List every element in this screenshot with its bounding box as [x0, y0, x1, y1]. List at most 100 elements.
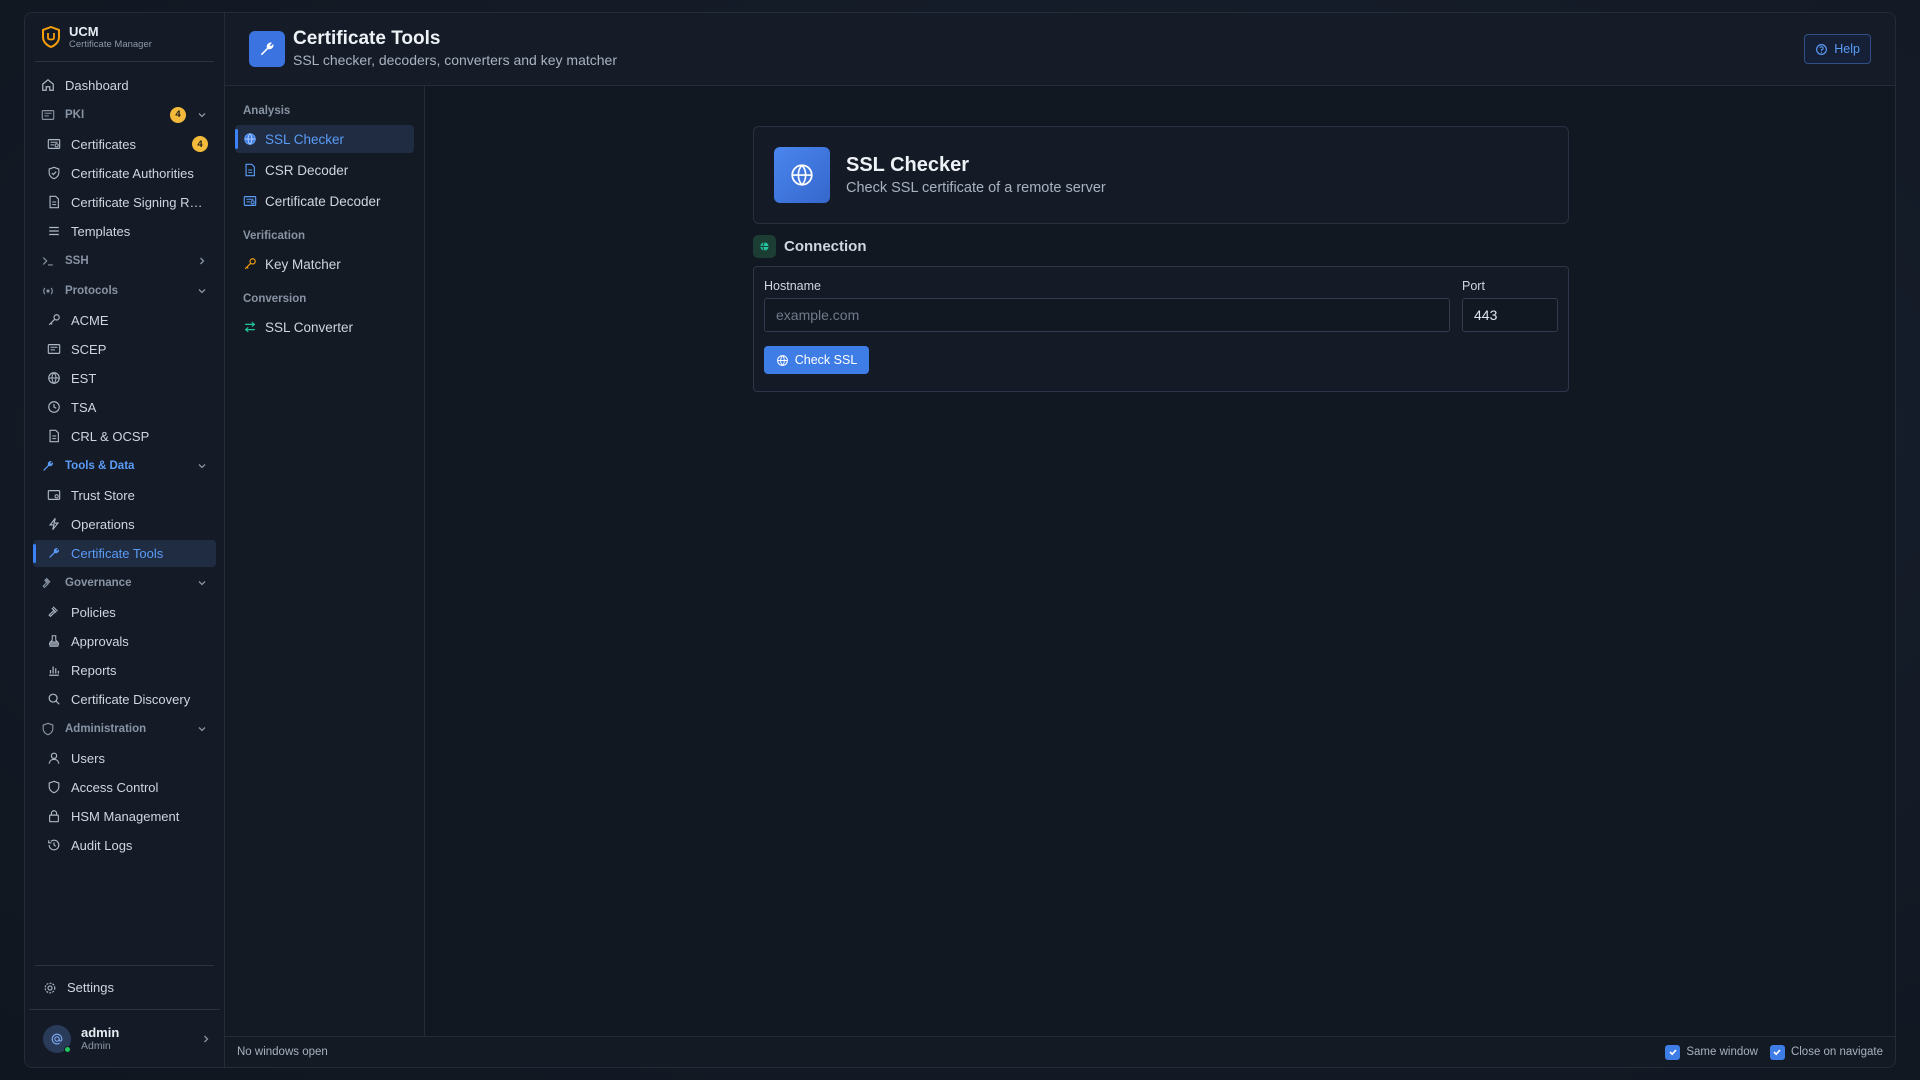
sidebar-item-policies[interactable]: Policies [33, 599, 216, 626]
tool-section-conversion: Conversion [243, 293, 307, 305]
avatar [43, 1024, 71, 1053]
file-icon [47, 195, 61, 209]
sidebar-item-acme[interactable]: ACME [33, 307, 216, 334]
same-window-toggle[interactable]: Same window [1665, 1044, 1758, 1060]
hostname-input[interactable]: example.com [764, 298, 1450, 332]
port-label: Port [1462, 279, 1485, 293]
sidebar-item-hsm-management[interactable]: HSM Management [33, 803, 216, 830]
sidebar-section-administration[interactable]: Administration [33, 715, 216, 743]
page-title: Certificate Tools [293, 28, 441, 49]
sidebar-item-label: Certificate Authorities [71, 165, 194, 181]
chevron-down-icon [196, 460, 208, 472]
hostname-label: Hostname [764, 279, 821, 293]
sidebar-item-audit-logs[interactable]: Audit Logs [33, 832, 216, 859]
pki-badge: 4 [170, 106, 186, 123]
check-ssl-button[interactable]: Check SSL [764, 346, 869, 374]
tool-item-label: SSL Converter [265, 319, 354, 335]
sidebar-item-label: SCEP [71, 341, 107, 357]
sidebar-item-label: HSM Management [71, 808, 180, 824]
sidebar-item-templates[interactable]: Templates [33, 218, 216, 245]
globe-icon [243, 132, 257, 146]
sidebar-item-label: Audit Logs [71, 837, 133, 853]
sidebar-section-ssh[interactable]: SSH [33, 247, 216, 275]
sidebar-item-label: Users [71, 750, 105, 766]
connection-section-header: Connection [753, 235, 867, 258]
sidebar-item-label: Approvals [71, 633, 129, 649]
globe-icon [47, 371, 61, 385]
section-label: PKI [65, 108, 85, 121]
close-on-navigate-label: Close on navigate [1790, 1046, 1883, 1058]
user-icon [47, 751, 61, 765]
sidebar-item-crl-ocsp[interactable]: CRL & OCSP [33, 423, 216, 450]
sidebar-item-certificate-authorities[interactable]: Certificate Authorities [33, 160, 216, 187]
sidebar-item-label: CRL & OCSP [71, 428, 150, 444]
sidebar-item-users[interactable]: Users [33, 745, 216, 772]
sidebar-item-label: Operations [71, 516, 135, 532]
sidebar-item-tsa[interactable]: TSA [33, 394, 216, 421]
sidebar-item-label: Settings [67, 980, 114, 995]
key-icon [47, 313, 61, 327]
sidebar-section-protocols[interactable]: Protocols [33, 277, 216, 305]
terminal-icon [41, 254, 55, 268]
connection-form: Hostname Port example.com 443 Check SSL [753, 266, 1569, 392]
sidebar-item-csr[interactable]: Certificate Signing Requests [33, 189, 216, 216]
port-input[interactable]: 443 [1462, 298, 1558, 332]
close-on-navigate-toggle[interactable]: Close on navigate [1769, 1044, 1883, 1060]
sidebar-item-settings[interactable]: Settings [35, 974, 214, 1001]
sidebar-item-certificate-tools[interactable]: Certificate Tools [33, 539, 216, 567]
online-indicator [64, 1045, 71, 1053]
sidebar-section-pki[interactable]: PKI 4 [33, 101, 216, 129]
globe-icon [774, 147, 830, 203]
status-bar: No windows open Same window Close on nav… [225, 1036, 1895, 1067]
lock-icon [47, 809, 61, 823]
sidebar-nav: Dashboard PKI 4 Certificates 4 Certifica… [33, 62, 216, 965]
sidebar-item-dashboard[interactable]: Dashboard [33, 72, 216, 99]
sidebar-item-access-control[interactable]: Access Control [33, 774, 216, 801]
sidebar-item-label: Reports [71, 662, 117, 678]
sidebar-item-label: Certificate Discovery [71, 691, 191, 707]
sidebar-item-est[interactable]: EST [33, 365, 216, 392]
sidebar-item-approvals[interactable]: Approvals [33, 628, 216, 655]
help-button[interactable]: Help [1804, 34, 1871, 64]
list-icon [47, 224, 61, 238]
shield-icon [47, 780, 61, 794]
tool-item-ssl-converter[interactable]: SSL Converter [235, 313, 414, 341]
help-circle-icon [1816, 43, 1828, 55]
tool-item-csr-decoder[interactable]: CSR Decoder [235, 156, 414, 184]
checkbox-checked-icon [1769, 1044, 1785, 1060]
file-icon [47, 429, 61, 443]
section-label: Tools & Data [65, 459, 135, 472]
user-menu[interactable]: admin Admin [29, 1009, 220, 1067]
key-icon [243, 257, 257, 271]
sidebar-item-operations[interactable]: Operations [33, 511, 216, 538]
sidebar: UCM Certificate Manager Dashboard PKI 4 … [25, 13, 225, 1067]
file-icon [243, 163, 257, 177]
sidebar-section-tools-data[interactable]: Tools & Data [33, 452, 216, 480]
sidebar-section-governance[interactable]: Governance [33, 569, 216, 597]
tool-item-ssl-checker[interactable]: SSL Checker [235, 125, 414, 153]
home-icon [41, 78, 55, 92]
shield-check-icon [47, 166, 61, 180]
sidebar-item-trust-store[interactable]: Trust Store [33, 482, 216, 509]
certificate-icon [47, 137, 61, 151]
page-header: Certificate Tools SSL checker, decoders,… [225, 13, 1895, 86]
app-window: UCM Certificate Manager Dashboard PKI 4 … [24, 12, 1896, 1068]
section-label: Protocols [65, 284, 119, 297]
sidebar-item-certificates[interactable]: Certificates 4 [33, 131, 216, 158]
tool-item-key-matcher[interactable]: Key Matcher [235, 250, 414, 278]
certificate-icon [47, 342, 61, 356]
sidebar-item-label: Access Control [71, 779, 159, 795]
tool-nav: Analysis SSL Checker CSR Decoder Certifi… [225, 86, 425, 1036]
chevron-down-icon [196, 723, 208, 735]
sidebar-item-scep[interactable]: SCEP [33, 336, 216, 363]
chevron-down-icon [196, 109, 208, 121]
sidebar-item-reports[interactable]: Reports [33, 657, 216, 684]
tool-item-label: SSL Checker [265, 131, 345, 147]
tool-item-label: CSR Decoder [265, 162, 349, 178]
sidebar-item-label: Certificate Tools [71, 545, 164, 561]
windows-status: No windows open [237, 1046, 328, 1058]
chevron-down-icon [196, 285, 208, 297]
tool-item-certificate-decoder[interactable]: Certificate Decoder [235, 187, 414, 215]
user-role: Admin [81, 1040, 111, 1052]
sidebar-item-certificate-discovery[interactable]: Certificate Discovery [33, 686, 216, 713]
